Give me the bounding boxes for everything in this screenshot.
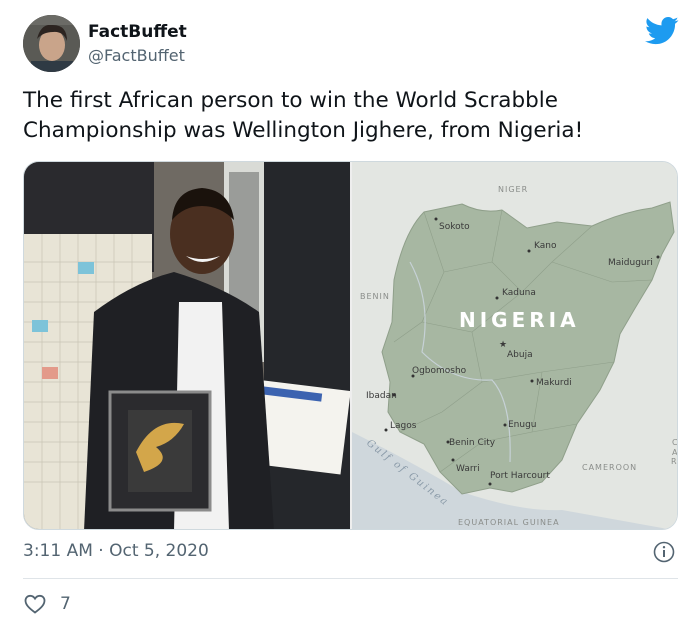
- nigeria-map[interactable]: ★ NIGER BENIN CAMEROON EQUATORIAL GUINEA…: [352, 162, 678, 530]
- twitter-bird-icon[interactable]: [645, 16, 679, 46]
- map-city-kaduna: Kaduna: [502, 288, 536, 298]
- like-count: 7: [60, 594, 71, 614]
- winner-photo[interactable]: .: [24, 162, 350, 530]
- map-city-warri: Warri: [456, 464, 480, 474]
- map-car-a-label: A: [672, 448, 678, 457]
- map-city-port-harcourt: Port Harcourt: [490, 471, 550, 481]
- map-city-benin-city: Benin City: [449, 438, 496, 448]
- author-handle[interactable]: @FactBuffet: [88, 46, 185, 65]
- map-city-ibadan: Ibadan: [366, 391, 397, 401]
- map-cameroon-label: CAMEROON: [582, 463, 637, 472]
- info-icon[interactable]: [653, 541, 675, 563]
- svg-text:★: ★: [499, 340, 507, 350]
- map-benin-label: BENIN: [360, 292, 390, 301]
- map-city-kano: Kano: [534, 241, 557, 251]
- map-city-lagos: Lagos: [390, 421, 417, 431]
- map-city-ogbomosho: Ogbomosho: [412, 366, 467, 376]
- map-city-maiduguri: Maiduguri: [608, 258, 653, 268]
- author-name[interactable]: FactBuffet: [88, 22, 187, 42]
- tweet-timestamp[interactable]: 3:11 AM · Oct 5, 2020: [23, 541, 209, 561]
- map-car-r-label: R: [671, 457, 678, 466]
- divider: [23, 578, 678, 579]
- map-city-enugu: Enugu: [508, 420, 537, 430]
- map-city-abuja: Abuja: [507, 350, 533, 360]
- map-eq-guinea-label: EQUATORIAL GUINEA: [458, 518, 560, 527]
- heart-icon[interactable]: [23, 592, 47, 616]
- tweet-text: The first African person to win the Worl…: [23, 88, 584, 143]
- tweet-media[interactable]: . ★ NIGER BENIN: [23, 161, 678, 530]
- map-car-c-label: C: [672, 438, 678, 447]
- map-city-makurdi: Makurdi: [536, 378, 572, 388]
- tweet-time: 3:11 AM: [23, 541, 93, 561]
- tweet-date: Oct 5, 2020: [109, 541, 209, 561]
- map-country-title: NIGERIA: [459, 308, 580, 332]
- timestamp-separator: ·: [98, 541, 104, 561]
- map-niger-label: NIGER: [498, 185, 528, 194]
- map-city-sokoto: Sokoto: [439, 222, 470, 232]
- avatar[interactable]: [23, 15, 80, 72]
